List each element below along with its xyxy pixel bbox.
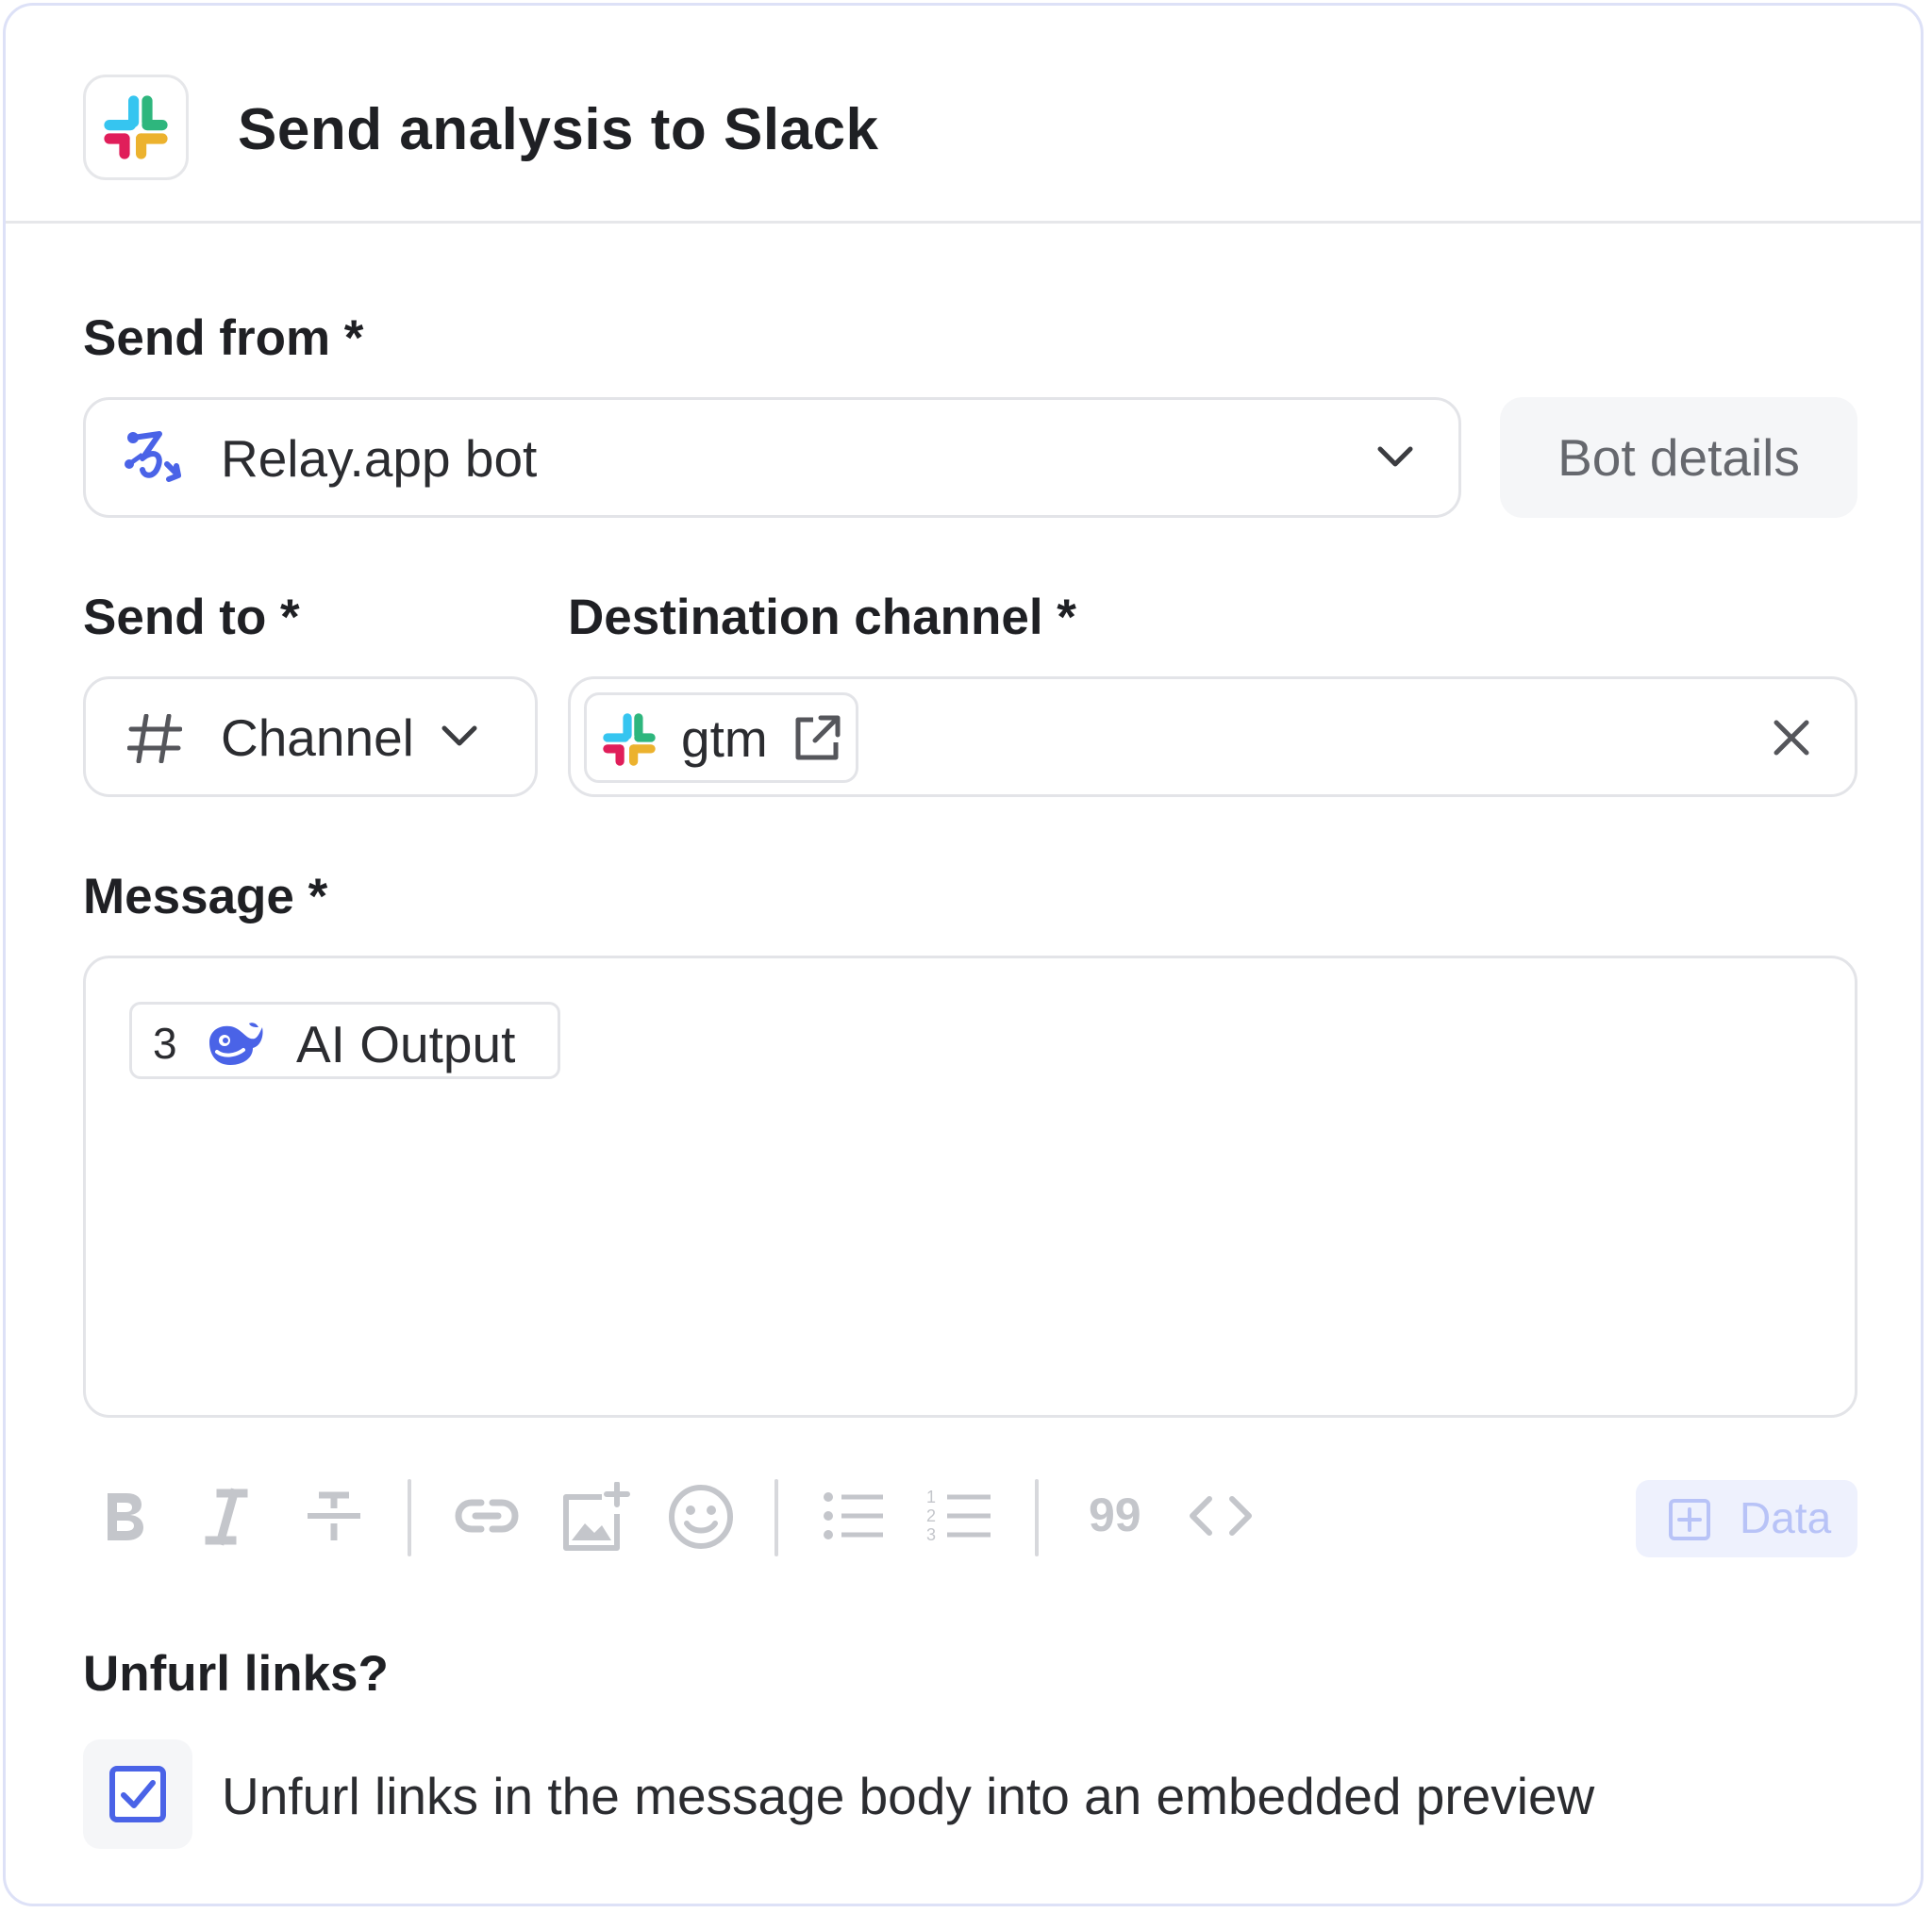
image-add-icon[interactable]	[560, 1481, 630, 1558]
card-header: Send analysis to Slack	[6, 6, 1921, 224]
send-to-value: Channel	[221, 708, 414, 767]
data-button-label: Data	[1740, 1493, 1832, 1542]
quote-icon[interactable]: 99	[1089, 1488, 1141, 1542]
chevron-down-icon	[439, 719, 480, 757]
chevron-down-icon	[1374, 440, 1416, 478]
plus-square-icon	[1668, 1498, 1711, 1546]
toolbar-separator	[408, 1479, 411, 1556]
page-title: Send analysis to Slack	[238, 97, 879, 162]
hash-icon	[126, 713, 183, 768]
slack-icon	[83, 75, 189, 180]
svg-text:2: 2	[926, 1506, 936, 1525]
slack-icon	[598, 708, 660, 775]
strikethrough-icon[interactable]	[300, 1482, 368, 1555]
ai-output-token[interactable]: 3 AI Output	[129, 1002, 560, 1079]
channel-chip[interactable]: gtm	[584, 692, 858, 783]
unfurl-checkbox-label: Unfurl links in the message body into an…	[222, 1767, 1595, 1825]
destination-channel-label: Destination channel *	[568, 590, 1076, 645]
close-icon[interactable]	[1771, 717, 1812, 763]
toolbar-separator	[774, 1479, 778, 1556]
bulleted-list-icon[interactable]	[823, 1482, 885, 1555]
unfurl-links-label: Unfurl links?	[83, 1646, 389, 1702]
send-from-value: Relay.app bot	[221, 429, 538, 488]
send-from-label: Send from *	[83, 310, 364, 366]
send-to-select[interactable]: Channel	[83, 676, 538, 797]
token-label: AI Output	[296, 1015, 516, 1073]
bot-details-button[interactable]: Bot details	[1500, 397, 1857, 518]
send-from-select[interactable]: Relay.app bot	[83, 397, 1461, 518]
relay-icon	[122, 426, 182, 493]
svg-text:1: 1	[926, 1488, 936, 1506]
send-to-label: Send to *	[83, 590, 300, 645]
toolbar-separator	[1035, 1479, 1039, 1556]
link-icon[interactable]	[453, 1482, 521, 1555]
destination-channel-field[interactable]: gtm	[568, 676, 1857, 797]
unfurl-checkbox[interactable]	[83, 1739, 192, 1849]
checkbox-checked-icon	[109, 1766, 166, 1827]
numbered-list-icon[interactable]: 1 2 3	[926, 1482, 992, 1555]
bold-icon[interactable]	[96, 1482, 153, 1555]
channel-name: gtm	[681, 709, 768, 768]
emoji-icon[interactable]	[666, 1482, 736, 1556]
message-editor[interactable]: 3 AI Output	[83, 956, 1857, 1418]
svg-text:3: 3	[926, 1525, 936, 1544]
whale-icon	[206, 1018, 264, 1072]
code-icon[interactable]	[1187, 1482, 1255, 1555]
slack-action-card: Send analysis to Slack Send from * Relay…	[3, 3, 1924, 1906]
external-link-icon[interactable]	[792, 714, 841, 768]
italic-icon[interactable]	[198, 1482, 255, 1555]
token-step-number: 3	[153, 1019, 177, 1068]
insert-data-button[interactable]: Data	[1636, 1480, 1857, 1557]
message-label: Message *	[83, 869, 328, 924]
